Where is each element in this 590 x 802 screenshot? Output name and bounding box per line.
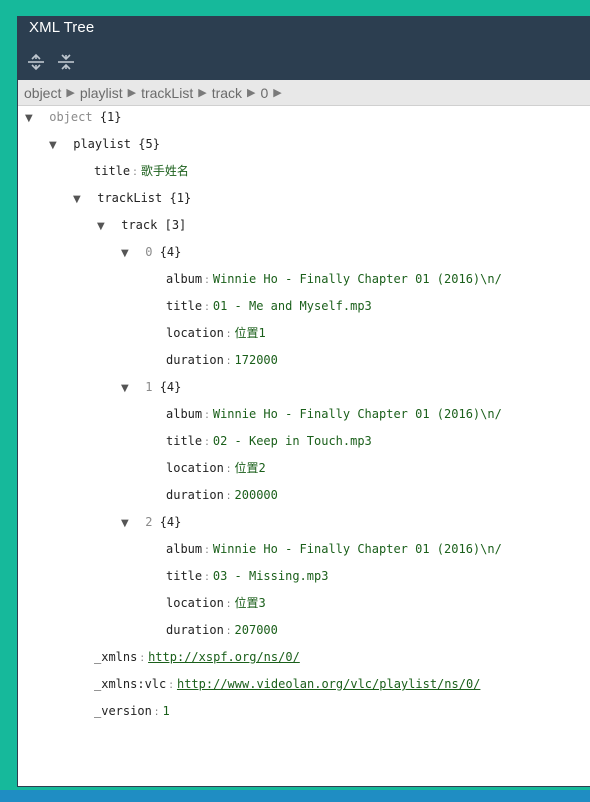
leaf-key: title [166,569,203,583]
xmlns-link[interactable]: http://xspf.org/ns/0/ [148,650,300,664]
leaf-key: duration [166,488,224,502]
breadcrumb-separator-icon: ▶ [127,87,137,99]
node-count: [3] [164,218,187,232]
leaf-key: location [166,461,224,475]
title-bar: XML Tree [18,16,590,80]
leaf-value: 位置1 [234,326,266,340]
tree-node-tracklist[interactable]: ▼ trackList {1} [73,189,191,207]
node-count: {4} [159,245,182,259]
node-key: track [121,218,158,232]
collapse-triangle-icon[interactable]: ▼ [49,137,63,155]
tree-leaf-location[interactable]: location: 位置1 [166,324,266,342]
leaf-key: _version [94,704,152,718]
collapse-triangle-icon[interactable]: ▼ [25,110,39,128]
tree-leaf-duration[interactable]: duration:172000 [166,351,278,369]
leaf-key: duration [166,623,224,637]
node-key: object [49,110,93,124]
collapse-triangle-icon[interactable]: ▼ [121,245,135,263]
leaf-key: album [166,542,203,556]
collapse-all-button[interactable] [57,52,75,72]
tree-leaf-title[interactable]: title:01 - Me and Myself.mp3 [166,297,372,315]
leaf-value: 172000 [234,353,278,367]
expand-all-button[interactable] [27,52,45,72]
tree-leaf-duration[interactable]: duration:200000 [166,486,278,504]
bottom-strip [0,790,590,802]
breadcrumb-item-tracklist[interactable]: trackList [141,85,193,101]
leaf-key: location [166,326,224,340]
breadcrumb-item-track[interactable]: track [212,85,242,101]
breadcrumb-separator-icon: ▶ [247,87,256,99]
leaf-value: 200000 [234,488,278,502]
leaf-value: 02 - Keep in Touch.mp3 [212,434,372,448]
tree-node-track[interactable]: ▼ track [3] [97,216,186,234]
tree-leaf-xmlns-vlc[interactable]: _xmlns:vlc: http://www.videolan.org/vlc/p… [94,675,480,693]
tree-leaf-album[interactable]: album: Winnie Ho - Finally Chapter 01 (20… [166,405,502,423]
breadcrumb-item-object[interactable]: object [24,85,61,101]
tree-leaf-album[interactable]: album: Winnie Ho - Finally Chapter 01 (20… [166,540,502,558]
tree-node-track-item[interactable]: ▼ 1 {4} [121,378,181,396]
xmlns-vlc-link[interactable]: http://www.videolan.org/vlc/playlist/ns/… [177,677,480,691]
collapse-triangle-icon[interactable]: ▼ [73,191,87,209]
breadcrumb: object ▶ playlist ▶ trackList ▶ track ▶ … [18,80,590,106]
tree-leaf-duration[interactable]: duration:207000 [166,621,278,639]
leaf-key: title [166,299,203,313]
tree-leaf-title[interactable]: title:03 - Missing.mp3 [166,567,328,585]
node-count: {4} [159,515,182,529]
tree-leaf-xmlns[interactable]: _xmlns: http://xspf.org/ns/0/ [94,648,300,666]
collapse-triangle-icon[interactable]: ▼ [121,380,135,398]
breadcrumb-separator-icon: ▶ [66,87,75,99]
breadcrumb-separator-icon: ▶ [198,87,207,99]
collapse-triangle-icon[interactable]: ▼ [121,515,135,533]
leaf-key: location [166,596,224,610]
tree-leaf-title[interactable]: title:02 - Keep in Touch.mp3 [166,432,372,450]
leaf-value: 位置2 [234,461,266,475]
breadcrumb-item-0[interactable]: 0 [261,85,269,101]
tree-leaf-location[interactable]: location: 位置3 [166,594,266,612]
leaf-value: Winnie Ho - Finally Chapter 01 (2016)\n/ [212,407,502,421]
leaf-key: duration [166,353,224,367]
tree-node-track-item[interactable]: ▼ 2 {4} [121,513,181,531]
tree-node-track-item[interactable]: ▼ 0 {4} [121,243,181,261]
tree-node-playlist[interactable]: ▼ playlist {5} [49,135,160,153]
expand-all-icon [28,53,44,71]
collapse-all-icon [58,54,74,70]
node-index: 0 [145,245,153,259]
leaf-key: title [94,164,131,178]
leaf-key: album [166,407,203,421]
leaf-key: album [166,272,203,286]
leaf-value: 01 - Me and Myself.mp3 [212,299,372,313]
node-count: {1} [99,110,122,124]
breadcrumb-item-playlist[interactable]: playlist [80,85,123,101]
leaf-value: 1 [162,704,170,718]
tree-leaf-album[interactable]: album: Winnie Ho - Finally Chapter 01 (20… [166,270,502,288]
collapse-triangle-icon[interactable]: ▼ [97,218,111,236]
node-count: {5} [138,137,160,151]
tree-leaf-title[interactable]: title: 歌手姓名 [94,162,189,180]
leaf-value: 位置3 [234,596,266,610]
node-index: 2 [145,515,153,529]
leaf-value: Winnie Ho - Finally Chapter 01 (2016)\n/ [212,542,502,556]
xml-tree-panel: XML Tree object ▶ playlist ▶ trackList ▶… [17,16,590,787]
leaf-key: title [166,434,203,448]
leaf-value: 歌手姓名 [140,164,189,178]
leaf-key: _xmlns [94,650,138,664]
node-key: playlist [73,137,132,151]
tree-leaf-location[interactable]: location: 位置2 [166,459,266,477]
window-title: XML Tree [29,19,95,36]
tree-leaf-version[interactable]: _version:1 [94,702,170,720]
leaf-key: _xmlns:vlc [94,677,167,691]
leaf-value: 03 - Missing.mp3 [212,569,329,583]
leaf-value: Winnie Ho - Finally Chapter 01 (2016)\n/ [212,272,502,286]
leaf-value: 207000 [234,623,278,637]
node-count: {1} [169,191,192,205]
node-count: {4} [159,380,182,394]
node-key: trackList [97,191,163,205]
breadcrumb-separator-icon: ▶ [273,87,282,99]
node-index: 1 [145,380,153,394]
tree-node-object[interactable]: ▼ object {1} [25,108,122,126]
